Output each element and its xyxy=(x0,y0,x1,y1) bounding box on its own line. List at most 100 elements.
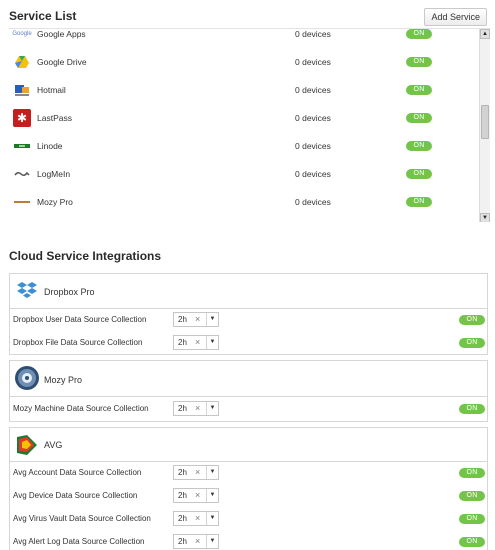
interval-select[interactable]: 2h × ▼ xyxy=(173,312,219,327)
mozy-gear-icon xyxy=(14,365,40,391)
panel-name: Mozy Pro xyxy=(44,375,83,385)
panel-header: Dropbox Pro xyxy=(10,274,487,309)
service-status-toggle[interactable]: ON xyxy=(406,57,432,67)
logmein-icon xyxy=(14,167,30,181)
service-row[interactable]: Mozy Pro 0 devices ON xyxy=(9,189,477,217)
service-devices: 0 devices xyxy=(295,169,331,179)
interval-select[interactable]: 2h × ▼ xyxy=(173,335,219,350)
service-devices: 0 devices xyxy=(295,141,331,151)
integration-row: Avg Device Data Source Collection 2h × ▼… xyxy=(10,485,487,507)
clear-icon[interactable]: × xyxy=(195,467,200,477)
scroll-up-arrow-icon[interactable]: ▲ xyxy=(480,29,490,39)
panel-name: Dropbox Pro xyxy=(44,287,95,297)
interval-select[interactable]: 2h × ▼ xyxy=(173,401,219,416)
scroll-down-arrow-icon[interactable]: ▼ xyxy=(480,213,490,222)
chevron-down-icon[interactable]: ▼ xyxy=(206,512,218,525)
service-row[interactable]: Google Google Apps 0 devices ON xyxy=(9,29,477,49)
panel-name: AVG xyxy=(44,440,63,450)
integration-label: Avg Alert Log Data Source Collection xyxy=(13,537,145,546)
service-status-toggle[interactable]: ON xyxy=(406,169,432,179)
avg-icon xyxy=(14,432,40,458)
clear-icon[interactable]: × xyxy=(195,314,200,324)
interval-select[interactable]: 2h × ▼ xyxy=(173,534,219,549)
integration-panel-dropbox: Dropbox Pro Dropbox User Data Source Col… xyxy=(9,273,488,355)
chevron-down-icon[interactable]: ▼ xyxy=(206,313,218,326)
scrollbar-thumb[interactable] xyxy=(481,105,489,139)
service-devices: 0 devices xyxy=(295,197,331,207)
clear-icon[interactable]: × xyxy=(195,513,200,523)
service-devices: 0 devices xyxy=(295,85,331,95)
integration-row: Avg Virus Vault Data Source Collection 2… xyxy=(10,508,487,530)
service-row[interactable]: Hotmail 0 devices ON xyxy=(9,77,477,105)
service-devices: 0 devices xyxy=(295,29,331,39)
integration-status-toggle[interactable]: ON xyxy=(459,537,485,547)
clear-icon[interactable]: × xyxy=(195,536,200,546)
service-status-toggle[interactable]: ON xyxy=(406,29,432,39)
integration-label: Dropbox File Data Source Collection xyxy=(13,338,143,347)
interval-value: 2h xyxy=(178,537,187,546)
service-devices: 0 devices xyxy=(295,57,331,67)
interval-select[interactable]: 2h × ▼ xyxy=(173,511,219,526)
chevron-down-icon[interactable]: ▼ xyxy=(206,489,218,502)
integrations-title: Cloud Service Integrations xyxy=(9,249,162,263)
panel-header: AVG xyxy=(10,428,487,462)
integration-label: Avg Account Data Source Collection xyxy=(13,468,142,477)
service-list-scrollbar[interactable]: ▲ ▼ xyxy=(479,29,490,222)
integration-panel-avg: AVG Avg Account Data Source Collection 2… xyxy=(9,427,488,550)
interval-value: 2h xyxy=(178,338,187,347)
integration-status-toggle[interactable]: ON xyxy=(459,404,485,414)
service-name: Google Drive xyxy=(37,57,87,67)
integration-status-toggle[interactable]: ON xyxy=(459,491,485,501)
integration-row: Avg Account Data Source Collection 2h × … xyxy=(10,462,487,484)
service-list: Google Google Apps 0 devices ON Google D… xyxy=(9,28,490,222)
interval-value: 2h xyxy=(178,514,187,523)
service-row[interactable]: LogMeIn 0 devices ON xyxy=(9,161,477,189)
linode-icon xyxy=(14,139,30,153)
clear-icon[interactable]: × xyxy=(195,403,200,413)
dropbox-icon xyxy=(14,278,40,304)
chevron-down-icon[interactable]: ▼ xyxy=(206,336,218,349)
integration-status-toggle[interactable]: ON xyxy=(459,514,485,524)
integration-status-toggle[interactable]: ON xyxy=(459,338,485,348)
integration-row: Dropbox File Data Source Collection 2h ×… xyxy=(10,332,487,354)
integration-row: Mozy Machine Data Source Collection 2h ×… xyxy=(10,398,487,420)
chevron-down-icon[interactable]: ▼ xyxy=(206,402,218,415)
add-service-button[interactable]: Add Service xyxy=(424,8,487,26)
integration-row: Avg Alert Log Data Source Collection 2h … xyxy=(10,531,487,550)
integration-status-toggle[interactable]: ON xyxy=(459,315,485,325)
interval-value: 2h xyxy=(178,491,187,500)
clear-icon[interactable]: × xyxy=(195,490,200,500)
service-row[interactable]: Google Drive 0 devices ON xyxy=(9,49,477,77)
interval-value: 2h xyxy=(178,315,187,324)
service-name: Mozy Pro xyxy=(37,197,73,207)
clear-icon[interactable]: × xyxy=(195,337,200,347)
service-status-toggle[interactable]: ON xyxy=(406,141,432,151)
interval-select[interactable]: 2h × ▼ xyxy=(173,465,219,480)
service-status-toggle[interactable]: ON xyxy=(406,113,432,123)
service-name: Google Apps xyxy=(37,29,86,39)
chevron-down-icon[interactable]: ▼ xyxy=(206,466,218,479)
chevron-down-icon[interactable]: ▼ xyxy=(206,535,218,548)
interval-value: 2h xyxy=(178,468,187,477)
hotmail-icon xyxy=(14,83,30,97)
mozy-pro-icon xyxy=(14,195,30,209)
integration-label: Avg Virus Vault Data Source Collection xyxy=(13,514,151,523)
google-drive-icon xyxy=(14,55,30,69)
integration-panel-mozy: Mozy Pro Mozy Machine Data Source Collec… xyxy=(9,360,488,422)
service-row[interactable]: Linode 0 devices ON xyxy=(9,133,477,161)
lastpass-icon: ✱ xyxy=(13,109,31,127)
service-row[interactable]: ✱ LastPass 0 devices ON xyxy=(9,105,477,133)
service-devices: 0 devices xyxy=(295,113,331,123)
google-apps-icon: Google xyxy=(12,31,32,37)
panel-header: Mozy Pro xyxy=(10,361,487,397)
integration-label: Mozy Machine Data Source Collection xyxy=(13,404,149,413)
service-list-title: Service List xyxy=(9,9,77,23)
service-status-toggle[interactable]: ON xyxy=(406,197,432,207)
integration-label: Dropbox User Data Source Collection xyxy=(13,315,147,324)
integration-status-toggle[interactable]: ON xyxy=(459,468,485,478)
interval-select[interactable]: 2h × ▼ xyxy=(173,488,219,503)
service-status-toggle[interactable]: ON xyxy=(406,85,432,95)
service-name: Linode xyxy=(37,141,63,151)
interval-value: 2h xyxy=(178,404,187,413)
service-name: Hotmail xyxy=(37,85,66,95)
